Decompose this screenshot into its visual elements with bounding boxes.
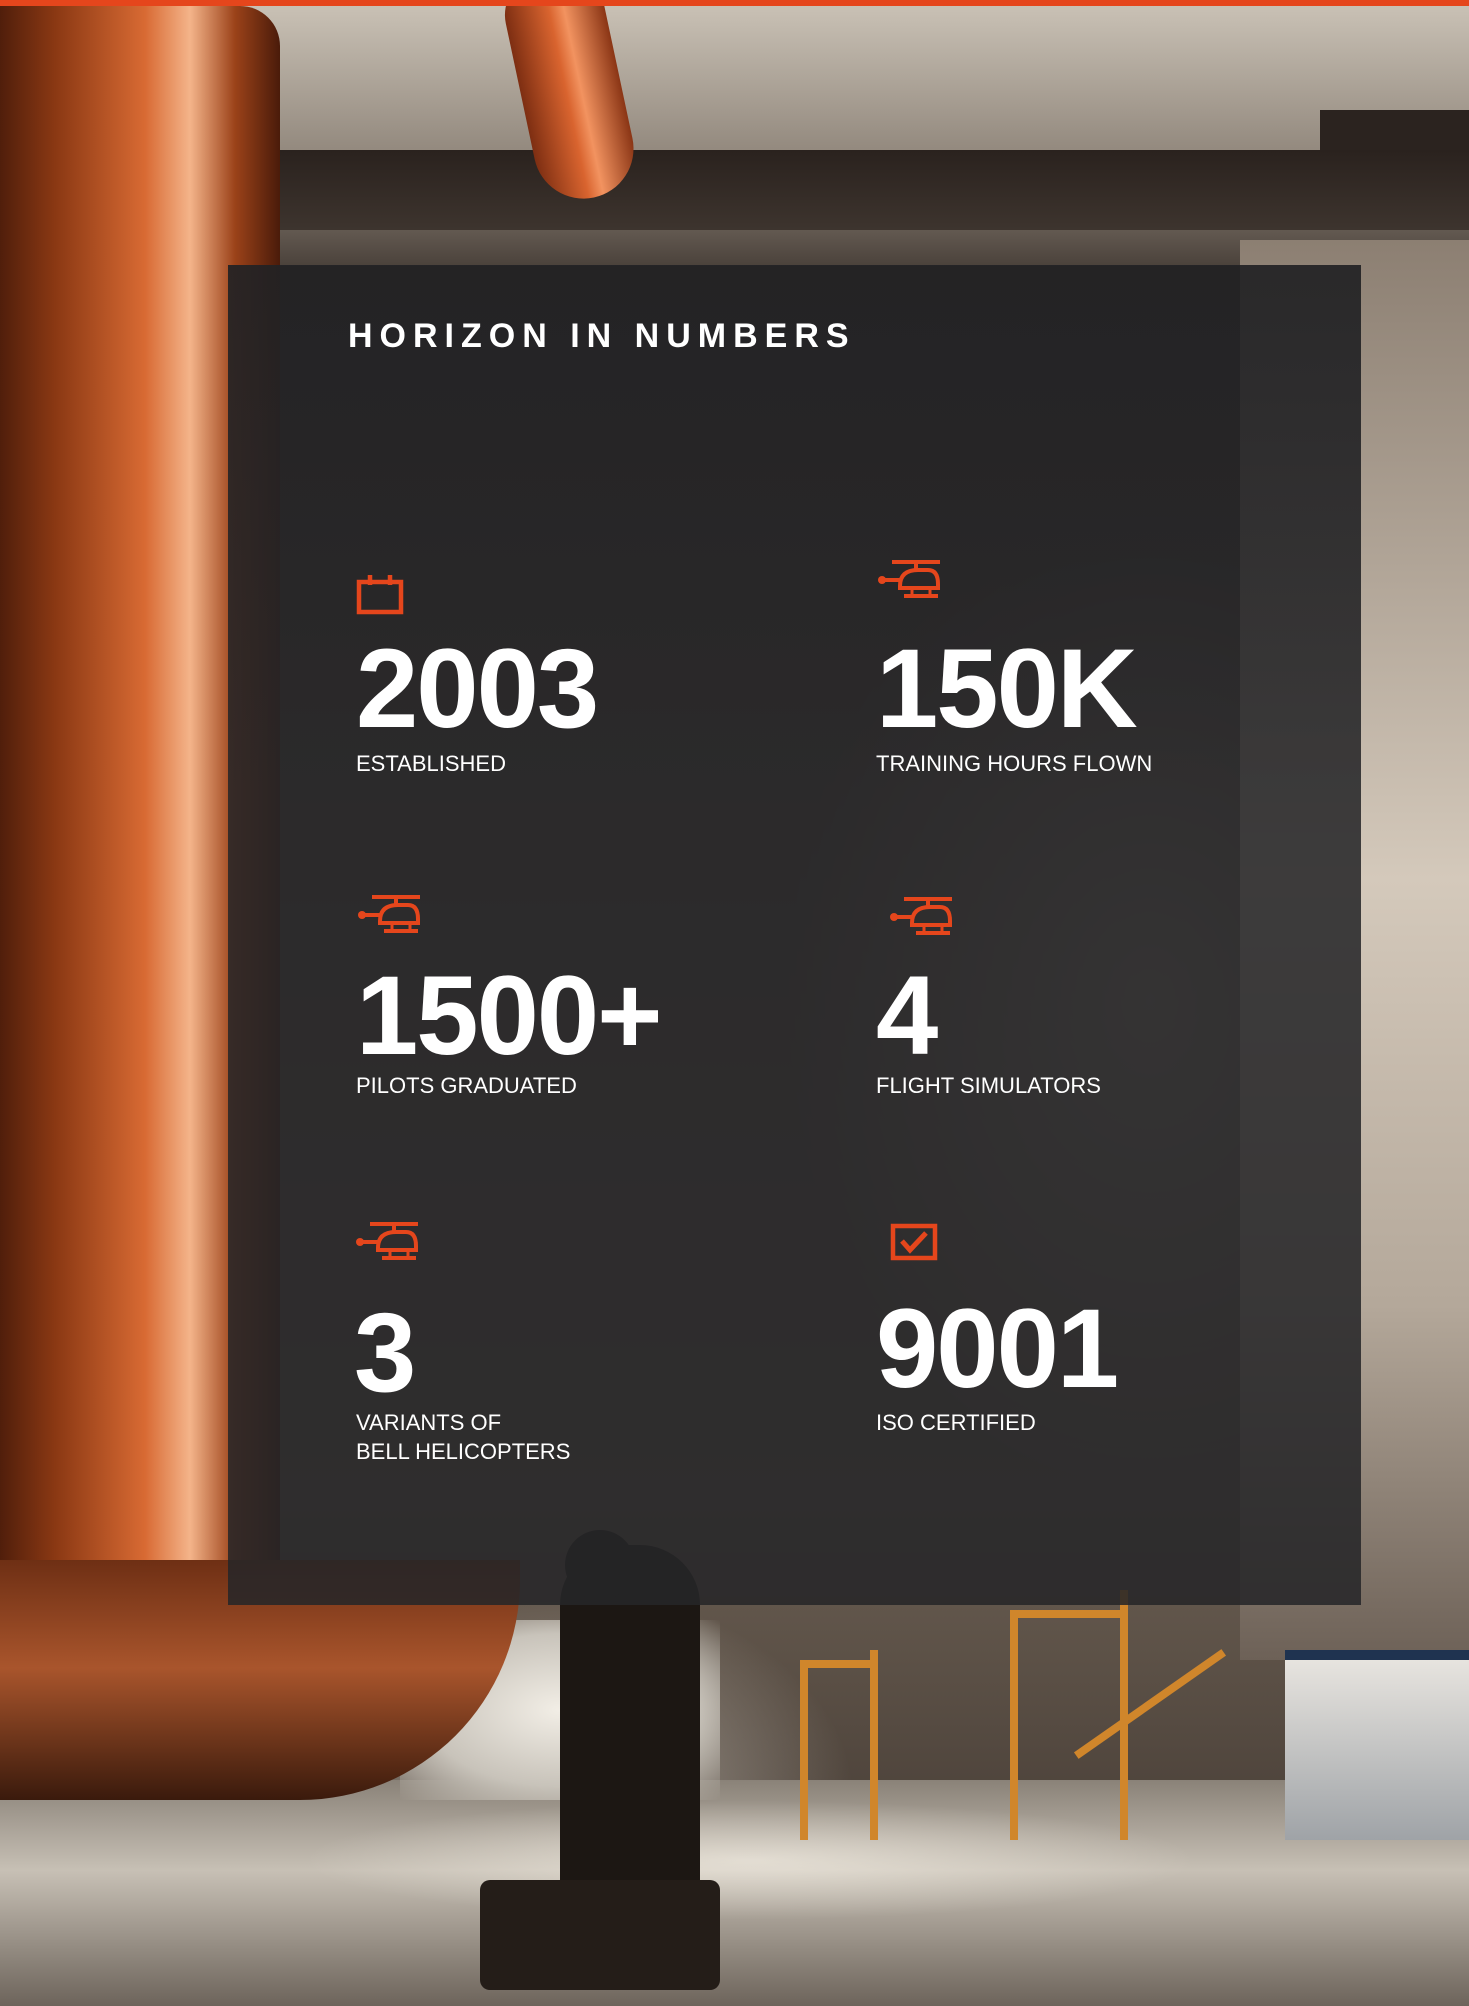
helicopter-icon [356, 893, 422, 937]
stat-number: 4 [876, 953, 938, 1078]
checkbox-icon [890, 1223, 940, 1263]
maintenance-stand [1073, 1649, 1227, 1759]
stat-label: TRAINING HOURS FLOWN [876, 751, 1153, 776]
maintenance-stand [1010, 1610, 1128, 1618]
stat-label-line-2: BELL HELICOPTERS [356, 1439, 571, 1464]
stat-label: ESTABLISHED [356, 751, 506, 776]
maintenance-stand [800, 1660, 878, 1668]
floor-reflection [300, 1800, 1200, 1920]
maintenance-stand [870, 1650, 878, 1840]
helicopter-tug [480, 1880, 720, 1990]
accent-strip [0, 0, 1469, 6]
stat-label: ISO CERTIFIED [876, 1410, 1036, 1435]
stats-panel: HORIZON IN NUMBERS 2003 ESTABLISHED 150K… [228, 265, 1361, 1605]
helicopter-icon [888, 895, 954, 939]
tool-cart [1285, 1660, 1469, 1840]
hangar-beam-right [1320, 110, 1469, 150]
hangar-beam [230, 150, 1469, 230]
helicopter-icon [876, 558, 942, 602]
stat-number: 3 [354, 1290, 416, 1415]
stat-number: 150K [876, 626, 1138, 751]
helicopter-icon [354, 1220, 420, 1264]
maintenance-stand [1010, 1610, 1018, 1840]
maintenance-stand [800, 1660, 808, 1840]
stat-label: PILOTS GRADUATED [356, 1073, 577, 1098]
panel-title: HORIZON IN NUMBERS [348, 317, 856, 355]
stat-label: VARIANTS OF [356, 1410, 502, 1435]
stat-number: 2003 [356, 626, 599, 751]
stat-label: FLIGHT SIMULATORS [876, 1073, 1101, 1098]
stat-number: 9001 [876, 1286, 1119, 1411]
stat-number: 1500+ [356, 953, 663, 1078]
calendar-icon [356, 573, 406, 617]
